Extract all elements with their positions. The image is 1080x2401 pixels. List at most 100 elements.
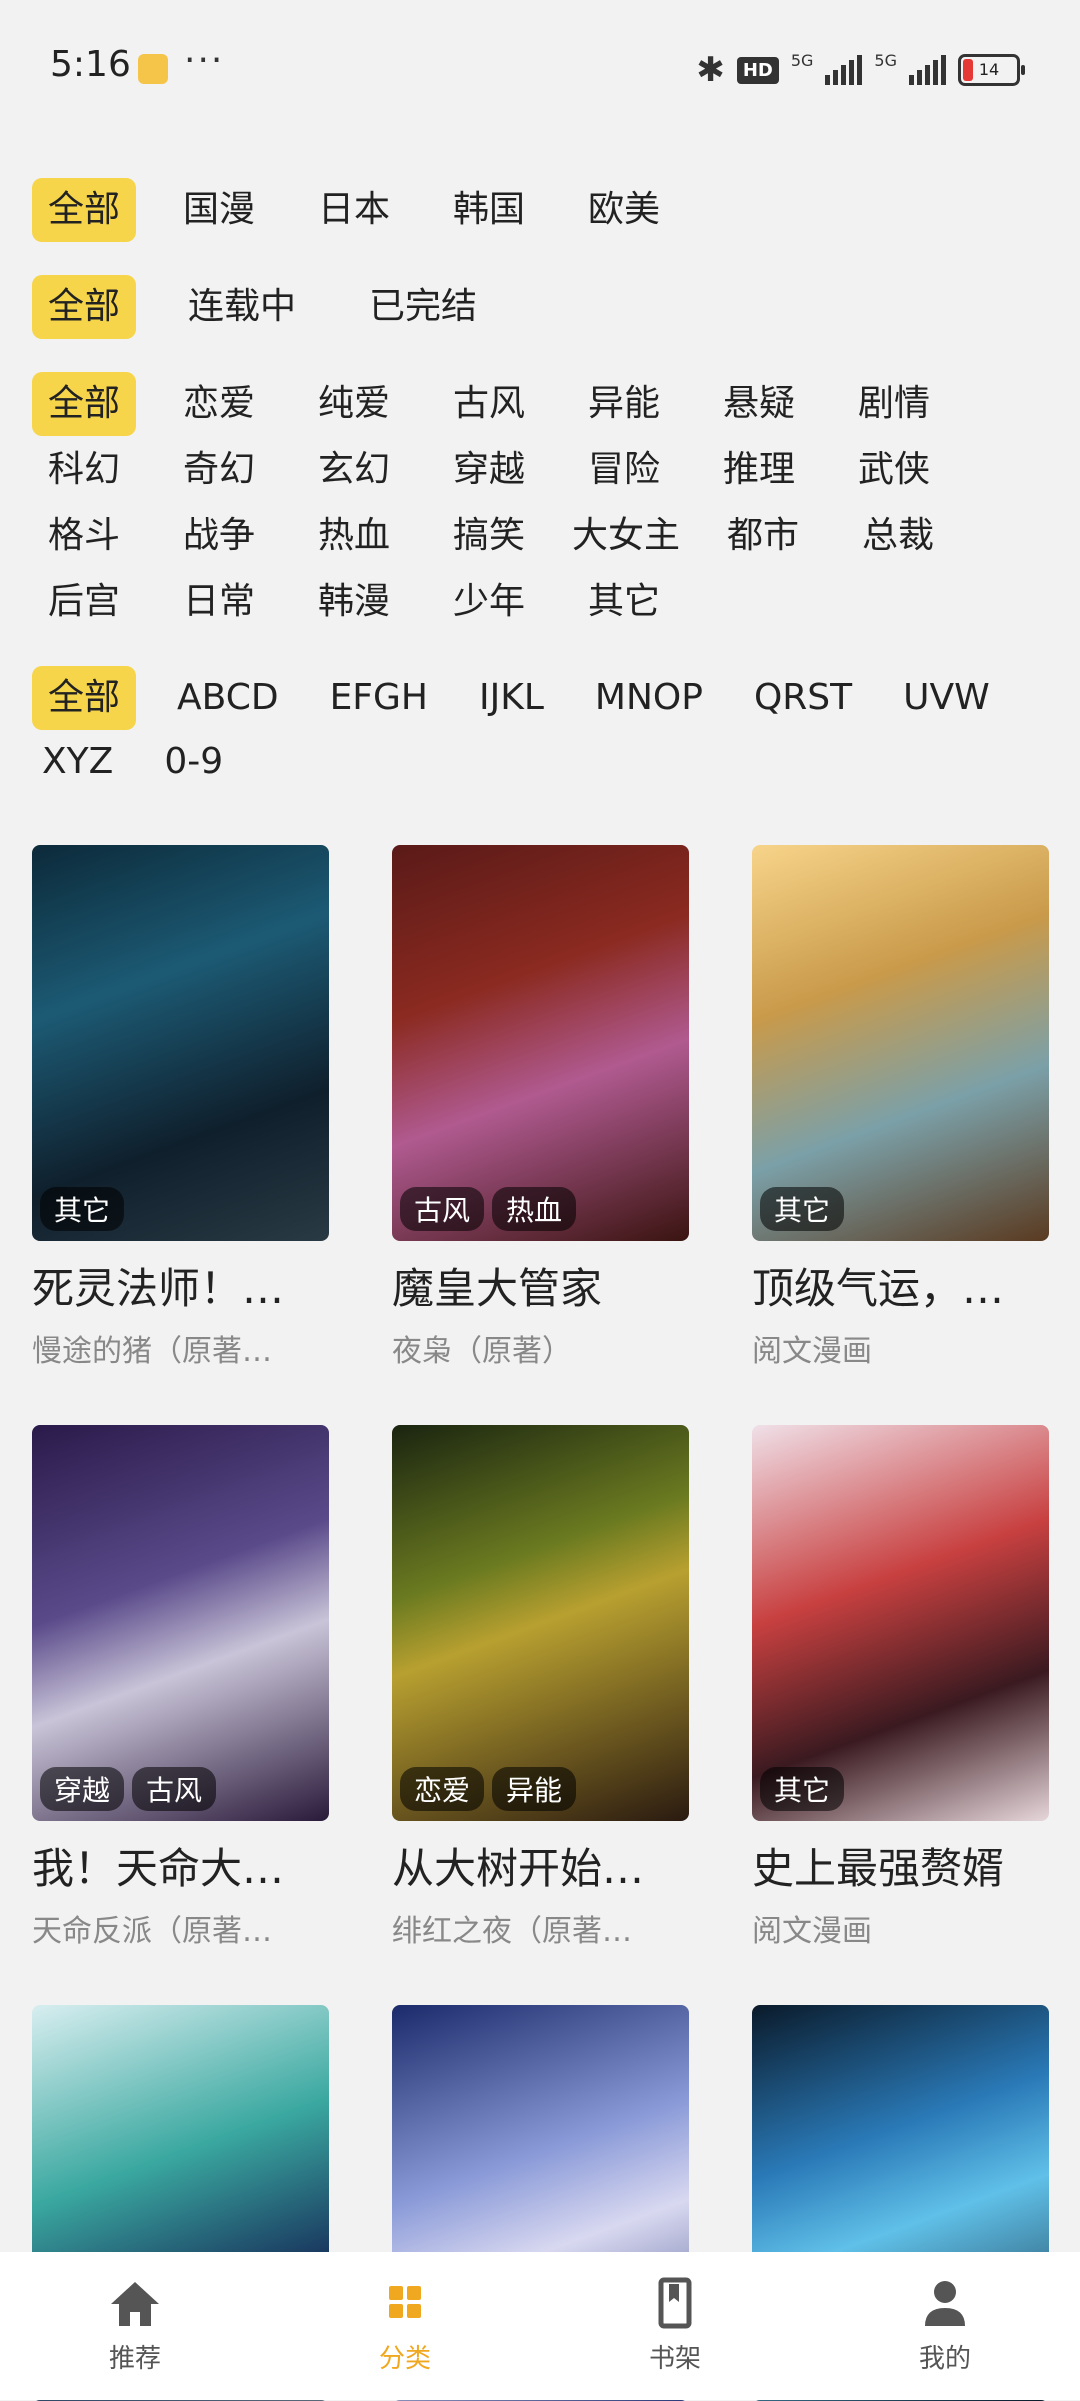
filter-chip[interactable]: 少年	[437, 570, 541, 634]
filter-chip[interactable]: 奇幻	[167, 438, 271, 502]
filter-chip[interactable]: UVW	[893, 666, 1000, 730]
comic-tag: 恋爱	[400, 1767, 485, 1811]
comic-card[interactable]: 其它 史上最强赘婿 阅文漫画	[752, 1425, 1049, 1950]
comic-cover[interactable]: 穿越 古风	[32, 1425, 329, 1821]
comic-title[interactable]: 我！天命大…	[32, 1835, 329, 1896]
comic-author: 慢途的猪（原著…	[32, 1334, 272, 1369]
comic-title[interactable]: 顶级气运，…	[752, 1255, 1049, 1316]
comic-title[interactable]: 从大树开始…	[392, 1835, 689, 1896]
comic-card[interactable]: 恋爱 异能从大树开始… 绯红之夜（原著…	[392, 1425, 689, 1950]
filter-chip[interactable]: 战争	[167, 504, 271, 568]
comic-tags: 其它	[40, 1187, 125, 1231]
filter-chip[interactable]: 都市	[711, 504, 815, 568]
comic-card[interactable]: 其它死灵法师！… 慢途的猪（原著…	[32, 845, 329, 1370]
comic-cover[interactable]: 恋爱 异能	[392, 1425, 689, 1821]
filter-chip[interactable]: 科幻	[32, 438, 136, 502]
filter-chip[interactable]: MNOP	[585, 666, 713, 730]
nav-profile[interactable]: 我的	[810, 2252, 1080, 2400]
filter-chip[interactable]: 玄幻	[302, 438, 406, 502]
filter-chip[interactable]: 欧美	[572, 178, 676, 242]
filter-chip[interactable]: 剧情	[842, 372, 946, 436]
filter-chip[interactable]: 总裁	[846, 504, 950, 568]
comic-tag: 古风	[132, 1767, 217, 1811]
filter-chip[interactable]: 搞笑	[437, 504, 541, 568]
comic-tag: 其它	[40, 1187, 125, 1231]
comic-cover[interactable]: 其它	[32, 845, 329, 1241]
filter-chip[interactable]: 格斗	[32, 504, 136, 568]
comic-title[interactable]: 史上最强赘婿	[752, 1835, 1049, 1896]
comic-tag: 其它	[760, 1767, 845, 1811]
grid-icon	[389, 2286, 421, 2318]
signal-icon-2	[909, 55, 946, 85]
signal-icon	[825, 55, 863, 85]
filter-chip[interactable]: 全部	[32, 178, 136, 242]
comic-tags: 其它	[760, 1187, 845, 1231]
comic-card[interactable]: 其它顶级气运，… 阅文漫画	[752, 845, 1049, 1370]
filter-status: 全部 连载中 已完结	[32, 275, 1052, 339]
filter-chip[interactable]: 恋爱	[167, 372, 271, 436]
filter-chip[interactable]: EFGH	[320, 666, 438, 730]
comic-tags: 古风 热血	[400, 1187, 577, 1231]
nav-label: 推荐	[108, 2344, 161, 2374]
notification-app-icon	[138, 54, 168, 84]
filter-chip[interactable]: 悬疑	[707, 372, 811, 436]
filter-chip[interactable]: 古风	[437, 372, 541, 436]
comic-card[interactable]: 古风 热血 魔皇大管家 夜枭（原著）	[392, 845, 689, 1370]
comic-tag: 异能	[492, 1767, 577, 1811]
user-icon	[925, 2281, 965, 2326]
bookmark-icon	[658, 2277, 692, 2329]
comic-tags: 其它	[760, 1767, 845, 1811]
comic-cover[interactable]: 其它	[752, 1425, 1049, 1821]
filter-chip[interactable]: 穿越	[437, 438, 541, 502]
filter-chip[interactable]: 热血	[302, 504, 406, 568]
filter-chip[interactable]: 日常	[167, 570, 271, 634]
nav-home[interactable]: 推荐	[0, 2252, 270, 2400]
filter-chip[interactable]: 全部	[32, 275, 136, 339]
filter-chip[interactable]: 日本	[302, 178, 406, 242]
comic-tag: 其它	[760, 1187, 845, 1231]
hd-icon: HD	[736, 56, 779, 84]
filter-chip[interactable]: 韩漫	[302, 570, 406, 634]
nav-category[interactable]: 分类	[270, 2252, 540, 2400]
home-icon	[111, 2282, 159, 2326]
status-time: 5:16	[50, 44, 131, 85]
comic-author: 绯红之夜（原著…	[392, 1914, 632, 1949]
filter-region: 全部 国漫 日本 韩国 欧美	[32, 178, 1052, 242]
filter-chip[interactable]: 纯爱	[302, 372, 406, 436]
comic-card[interactable]: 穿越 古风 我！天命大… 天命反派（原著…	[32, 1425, 329, 1950]
filter-chip[interactable]: 连载中	[167, 275, 317, 339]
filter-chip[interactable]: ABCD	[167, 666, 289, 730]
comic-grid: 其它 死灵法师！… 慢途的猪（原著… 古风 热血 魔皇大管家 夜枭（原著） 其它 顶级气运，… 阅…	[32, 845, 1052, 2401]
filter-chip[interactable]: 异能	[572, 372, 676, 436]
filter-chip[interactable]: 推理	[707, 438, 811, 502]
filter-chip[interactable]: 冒险	[572, 438, 676, 502]
nav-bookshelf[interactable]: 书架	[540, 2252, 810, 2400]
filter-chip[interactable]: 韩国	[437, 178, 541, 242]
bottom-nav: 推荐 分类 书架 我的	[0, 2252, 1080, 2400]
filter-chip[interactable]: 后宫	[32, 570, 136, 634]
filter-chip[interactable]: 全部	[32, 666, 136, 730]
comic-cover[interactable]: 其它	[752, 845, 1049, 1241]
filter-chip[interactable]: 0-9	[154, 730, 233, 794]
comic-title[interactable]: 魔皇大管家	[392, 1255, 689, 1316]
filter-chip[interactable]: 已完结	[348, 275, 498, 339]
filter-chip[interactable]: 国漫	[167, 178, 271, 242]
status-bar: 5:16 ··· ✱ HD 5G 5G 14	[0, 0, 1080, 140]
cover-art-image	[752, 845, 1049, 1241]
filter-chip[interactable]: 全部	[32, 372, 136, 436]
filter-chip[interactable]: 武侠	[842, 438, 946, 502]
filter-genre: 全部 恋爱 纯爱 古风 异能 悬疑 剧情科幻 奇幻 玄幻 穿越 冒险 推理 武侠格斗 战争 热血 搞笑 大女主都…	[32, 372, 1052, 636]
filter-chip[interactable]: IJKL	[469, 666, 554, 730]
filter-chip[interactable]: 其它	[572, 570, 676, 634]
filter-chip[interactable]: QRST	[744, 666, 862, 730]
comic-cover[interactable]: 古风 热血	[392, 845, 689, 1241]
comic-author: 阅文漫画	[752, 1334, 872, 1369]
filter-chip[interactable]: 大女主	[572, 504, 680, 568]
comic-title[interactable]: 死灵法师！…	[32, 1255, 329, 1316]
comic-tag: 热血	[492, 1187, 577, 1231]
nav-label: 书架	[648, 2344, 701, 2374]
filter-chip[interactable]: XYZ	[32, 730, 123, 794]
nav-label: 我的	[918, 2344, 971, 2374]
comic-tag: 穿越	[40, 1767, 125, 1811]
network-type-1: 5G	[790, 50, 814, 70]
